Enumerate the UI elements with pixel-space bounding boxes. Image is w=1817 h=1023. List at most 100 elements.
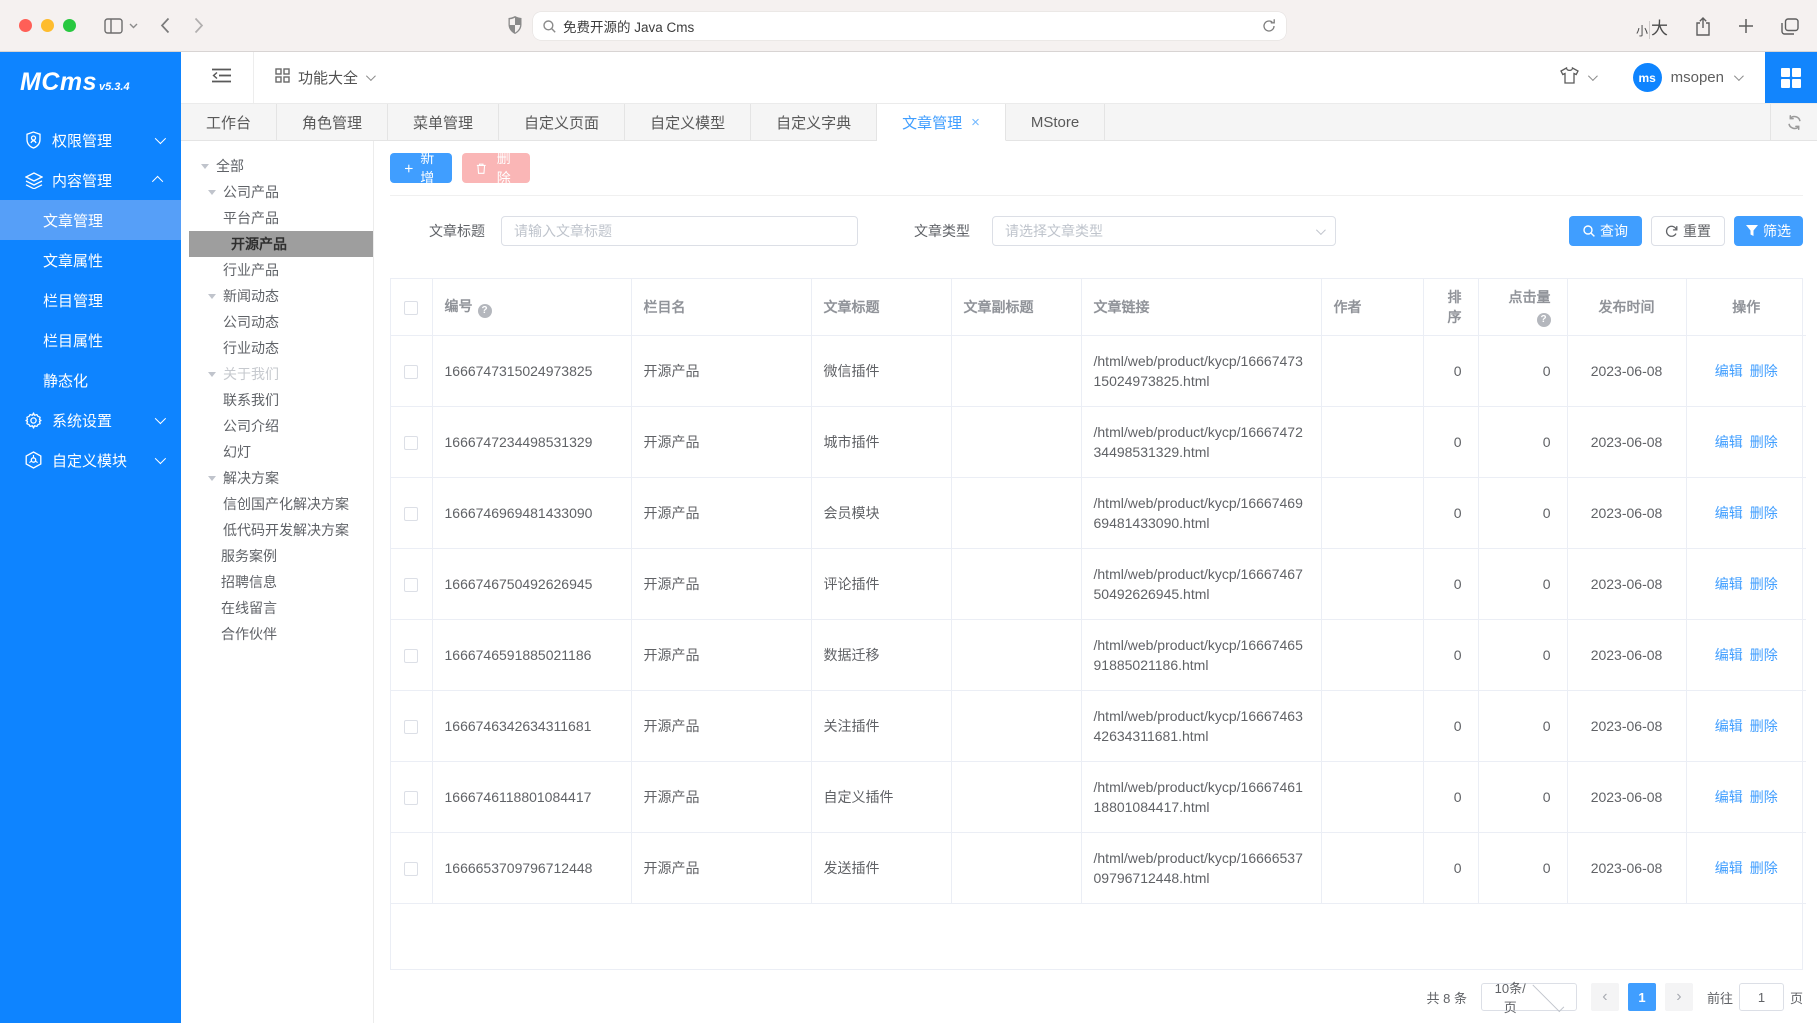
caret-down-icon[interactable]	[208, 190, 216, 195]
sidebar-subitem[interactable]: 文章管理	[0, 200, 181, 240]
query-button[interactable]: 查询	[1569, 216, 1642, 246]
user-avatar[interactable]: ms	[1633, 63, 1662, 92]
type-filter-select[interactable]: 请选择文章类型	[992, 216, 1336, 246]
tree-item[interactable]: 公司产品	[181, 179, 373, 205]
sidebar-subitem[interactable]: 静态化	[0, 360, 181, 400]
close-window-button[interactable]	[19, 19, 32, 32]
prev-page-button[interactable]: ‹	[1591, 983, 1619, 1011]
text-smaller-button[interactable]: 小	[1636, 22, 1648, 39]
row-checkbox[interactable]	[404, 436, 418, 450]
app-menu-trigger[interactable]: 功能大全	[275, 67, 373, 88]
row-checkbox[interactable]	[404, 365, 418, 379]
help-icon[interactable]: ?	[1537, 313, 1551, 327]
browser-sidebar-toggle-icon[interactable]	[104, 18, 123, 34]
tree-item[interactable]: 低代码开发解决方案	[181, 517, 373, 543]
tree-item[interactable]: 解决方案	[181, 465, 373, 491]
sidebar-subitem[interactable]: 文章属性	[0, 240, 181, 280]
edit-link[interactable]: 编辑	[1715, 363, 1743, 379]
select-all-checkbox[interactable]	[404, 301, 418, 315]
address-bar[interactable]: 免费开源的 Java Cms	[533, 12, 1286, 40]
tab[interactable]: 角色管理	[277, 104, 388, 140]
row-checkbox[interactable]	[404, 862, 418, 876]
delete-button[interactable]: 删除	[462, 153, 530, 183]
next-page-button[interactable]: ›	[1665, 983, 1693, 1011]
new-tab-icon[interactable]	[1738, 18, 1754, 34]
caret-down-icon[interactable]	[208, 476, 216, 481]
row-checkbox[interactable]	[404, 720, 418, 734]
row-checkbox[interactable]	[404, 578, 418, 592]
text-bigger-button[interactable]: 大	[1651, 14, 1668, 39]
minimize-window-button[interactable]	[41, 19, 54, 32]
sidebar-item[interactable]: 权限管理	[0, 120, 181, 160]
tree-item[interactable]: 服务案例	[181, 543, 373, 569]
tree-item[interactable]: 行业产品	[181, 257, 373, 283]
sidebar-item[interactable]: 内容管理	[0, 160, 181, 200]
delete-link[interactable]: 删除	[1750, 505, 1778, 521]
tree-item[interactable]: 平台产品	[181, 205, 373, 231]
tree-item[interactable]: 行业动态	[181, 335, 373, 361]
reload-icon[interactable]	[1262, 19, 1276, 33]
edit-link[interactable]: 编辑	[1715, 789, 1743, 805]
tree-item[interactable]: 新闻动态	[181, 283, 373, 309]
username[interactable]: msopen	[1671, 69, 1724, 86]
edit-link[interactable]: 编辑	[1715, 434, 1743, 450]
sidebar-subitem[interactable]: 栏目属性	[0, 320, 181, 360]
tab-close-icon[interactable]: ×	[971, 114, 980, 131]
row-checkbox[interactable]	[404, 507, 418, 521]
sidebar-item[interactable]: 系统设置	[0, 400, 181, 440]
tree-item[interactable]: 幻灯	[181, 439, 373, 465]
sidebar-chevron-icon[interactable]	[129, 23, 138, 29]
edit-link[interactable]: 编辑	[1715, 576, 1743, 592]
delete-link[interactable]: 删除	[1750, 363, 1778, 379]
tab[interactable]: 工作台	[181, 104, 277, 140]
tree-item[interactable]: 关于我们	[181, 361, 373, 387]
caret-down-icon[interactable]	[208, 372, 216, 377]
tree-item[interactable]: 合作伙伴	[181, 621, 373, 647]
browser-back-icon[interactable]	[160, 17, 170, 34]
browser-forward-icon[interactable]	[194, 17, 204, 34]
tab[interactable]: 自定义模型	[625, 104, 751, 140]
page-size-select[interactable]: 10条/页	[1481, 983, 1577, 1011]
privacy-shield-icon[interactable]	[508, 16, 522, 34]
tree-item[interactable]: 开源产品	[189, 231, 373, 257]
reset-button[interactable]: 重置	[1651, 216, 1725, 246]
delete-link[interactable]: 删除	[1750, 434, 1778, 450]
edit-link[interactable]: 编辑	[1715, 718, 1743, 734]
filter-button[interactable]: 筛选	[1734, 216, 1803, 246]
delete-link[interactable]: 删除	[1750, 789, 1778, 805]
sidebar-subitem[interactable]: 栏目管理	[0, 280, 181, 320]
tab[interactable]: 自定义字典	[751, 104, 877, 140]
tab[interactable]: MStore	[1006, 104, 1105, 140]
delete-link[interactable]: 删除	[1750, 576, 1778, 592]
help-icon[interactable]: ?	[478, 304, 492, 318]
maximize-window-button[interactable]	[63, 19, 76, 32]
goto-page-input[interactable]	[1739, 983, 1784, 1011]
theme-switcher[interactable]	[1560, 67, 1595, 89]
delete-link[interactable]: 删除	[1750, 647, 1778, 663]
tab[interactable]: 菜单管理	[388, 104, 499, 140]
delete-link[interactable]: 删除	[1750, 718, 1778, 734]
tab-refresh-button[interactable]	[1770, 104, 1817, 140]
current-page[interactable]: 1	[1628, 983, 1656, 1011]
tab[interactable]: 自定义页面	[499, 104, 625, 140]
apps-grid-button[interactable]	[1765, 52, 1817, 103]
delete-link[interactable]: 删除	[1750, 860, 1778, 876]
share-icon[interactable]	[1695, 17, 1711, 36]
tab[interactable]: 文章管理×	[877, 104, 1006, 141]
tree-item[interactable]: 公司介绍	[181, 413, 373, 439]
tab-overview-icon[interactable]	[1781, 18, 1799, 35]
tree-item[interactable]: 信创国产化解决方案	[181, 491, 373, 517]
menu-collapse-icon[interactable]	[212, 68, 231, 88]
tree-item[interactable]: 在线留言	[181, 595, 373, 621]
tree-item[interactable]: 招聘信息	[181, 569, 373, 595]
tree-item[interactable]: 公司动态	[181, 309, 373, 335]
caret-down-icon[interactable]	[208, 294, 216, 299]
caret-down-icon[interactable]	[201, 164, 209, 169]
row-checkbox[interactable]	[404, 649, 418, 663]
add-button[interactable]: 新增	[390, 153, 452, 183]
row-checkbox[interactable]	[404, 791, 418, 805]
edit-link[interactable]: 编辑	[1715, 505, 1743, 521]
title-filter-input[interactable]	[501, 216, 858, 246]
tree-item[interactable]: 全部	[181, 153, 373, 179]
tree-item[interactable]: 联系我们	[181, 387, 373, 413]
